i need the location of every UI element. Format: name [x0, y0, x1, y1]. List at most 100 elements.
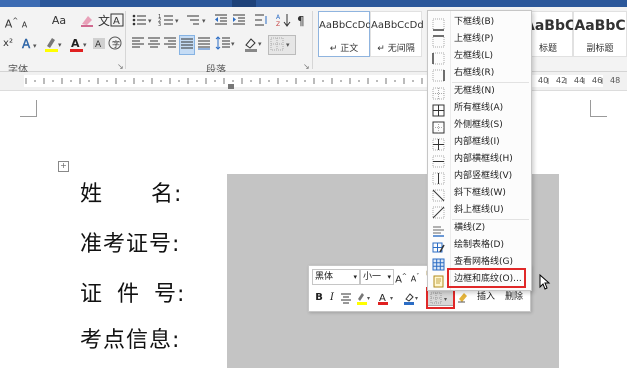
style-subtitle[interactable]: AaBbC 副标题 — [573, 11, 627, 57]
italic-button[interactable]: I — [327, 291, 337, 305]
line-spacing-icon[interactable]: ▾ — [215, 35, 237, 53]
title-bar — [0, 0, 627, 7]
text-highlight-icon[interactable]: ▾ — [43, 35, 65, 53]
bullets-icon[interactable]: ▾ — [131, 12, 155, 30]
align-right-icon[interactable] — [163, 35, 177, 53]
svg-text:▾: ▾ — [148, 17, 152, 25]
center-align-icon[interactable] — [340, 291, 352, 305]
style-name: 副标题 — [586, 44, 614, 54]
shrink-font-button[interactable]: A˅ — [409, 270, 421, 284]
menu-item-horizontal-line[interactable]: 横线(Z) — [428, 220, 531, 237]
svg-text:▾: ▾ — [390, 295, 393, 302]
grow-font-button[interactable]: A^ — [395, 270, 407, 285]
svg-text:A: A — [71, 37, 80, 50]
mini-shading-icon[interactable]: ▾ — [403, 291, 421, 305]
menu-item-border-inside[interactable]: 内部框线(I) — [428, 134, 531, 151]
svg-text:▾: ▾ — [258, 40, 262, 48]
mouse-cursor-icon — [539, 273, 551, 294]
style-name: ↵ 无间隔 — [377, 44, 415, 54]
ruler-number: 46 — [592, 76, 603, 85]
mini-font-color-icon[interactable]: A ▾ — [377, 291, 397, 305]
align-left-icon[interactable] — [131, 35, 145, 53]
superscript-button[interactable]: x² — [2, 35, 14, 53]
svg-text:▾: ▾ — [415, 295, 418, 302]
diagonal-up-icon — [432, 204, 445, 219]
insert-button[interactable]: 插入 — [473, 290, 499, 304]
menu-item-border-inside-horizontal[interactable]: 内部横框线(H) — [428, 151, 531, 168]
phonetic-guide-icon[interactable]: 文 — [97, 12, 111, 30]
font-color-icon[interactable]: A ▾ — [68, 35, 90, 53]
ruler-indent-marker[interactable] — [228, 84, 234, 89]
shading-icon[interactable]: ▾ — [243, 35, 265, 53]
title-bar-segment — [0, 0, 40, 7]
decrease-indent-icon[interactable] — [213, 12, 229, 30]
change-case-button[interactable]: Aa — [48, 12, 70, 30]
style-sample: AaBbC — [574, 18, 626, 34]
menu-item-border-top[interactable]: 上框线(P) — [428, 31, 531, 48]
menu-item-label: 右框线(R) — [454, 68, 495, 78]
ruler-number: 42 — [556, 76, 567, 85]
svg-text:字: 字 — [112, 39, 120, 49]
menu-item-label: 绘制表格(D) — [454, 240, 504, 250]
menu-item-label: 内部框线(I) — [454, 137, 500, 147]
menu-item-label: 左框线(L) — [454, 51, 494, 61]
font-size-box[interactable]: 小一 ▾ — [360, 269, 394, 285]
enclose-characters-icon[interactable]: 字 — [108, 35, 122, 53]
chinese-layout-icon[interactable] — [252, 12, 270, 30]
ribbon: A^ A Aa 文 A x² A ▾ ▾ A ▾ A 字 字体 ↘ ▾ 1 2 3 ▾ ▾ — [0, 7, 627, 76]
svg-text:Z: Z — [276, 21, 280, 28]
font-name-box[interactable]: 黑体 ▾ — [312, 269, 360, 285]
mini-highlight-icon[interactable]: ▾ — [355, 291, 373, 305]
sort-icon[interactable]: AZ — [275, 12, 293, 30]
delete-button[interactable]: 删除 — [501, 290, 527, 304]
svg-text:文: 文 — [98, 13, 110, 28]
align-center-icon[interactable] — [147, 35, 161, 53]
menu-item-border-outside[interactable]: 外侧框线(S) — [428, 117, 531, 134]
character-border-icon[interactable]: A — [110, 12, 125, 30]
horizontal-ruler[interactable]: 40 42 44 46 48 — [0, 72, 627, 91]
ruler-number: 48 — [610, 76, 621, 85]
font-dialog-launcher-icon[interactable]: ↘ — [117, 62, 124, 71]
eraser-icon[interactable] — [456, 290, 470, 304]
title-bar-segment — [232, 0, 256, 7]
borders-dropdown-menu: 下框线(B) 上框线(P) 左框线(L) 右框线(R) 无框线(N) 所有框线(A) 外侧框… — [427, 10, 532, 291]
border-inside-horizontal-icon — [432, 153, 445, 168]
menu-item-label: 外侧框线(S) — [454, 120, 503, 130]
menu-item-diagonal-up[interactable]: 斜上框线(U) — [428, 202, 531, 219]
paragraph-dialog-launcher-icon[interactable]: ↘ — [303, 62, 310, 71]
svg-text:A: A — [22, 37, 31, 51]
field-exam-site-label: 考点信息: — [80, 328, 181, 353]
menu-item-diagonal-down[interactable]: 斜下框线(W) — [428, 185, 531, 202]
character-shading-icon[interactable]: A — [92, 35, 106, 53]
menu-item-border-none[interactable]: 无框线(N) — [428, 83, 531, 100]
menu-item-border-inside-vertical[interactable]: 内部竖框线(V) — [428, 168, 531, 185]
font-size-grow-button[interactable]: A^ A — [3, 12, 29, 31]
style-normal[interactable]: AaBbCcDd ↵ 正文 — [318, 11, 372, 57]
borders-ribbon-icon[interactable]: ▾ — [268, 35, 296, 55]
field-exam-id-label: 准考证号: — [80, 232, 181, 257]
menu-item-border-right[interactable]: 右框线(R) — [428, 65, 531, 82]
clear-format-icon[interactable] — [79, 12, 95, 30]
table-move-handle-icon[interactable]: + — [58, 161, 69, 172]
svg-text:▾: ▾ — [231, 40, 235, 48]
svg-text:3: 3 — [158, 22, 161, 28]
menu-item-border-all[interactable]: 所有框线(A) — [428, 100, 531, 117]
distributed-icon[interactable] — [197, 35, 211, 53]
menu-item-draw-table[interactable]: 绘制表格(D) — [428, 237, 531, 254]
numbering-icon[interactable]: 1 2 3 ▾ — [158, 12, 182, 30]
show-marks-icon[interactable]: ¶ — [296, 12, 310, 30]
increase-indent-icon[interactable] — [231, 12, 247, 30]
ribbon-separator — [125, 11, 126, 69]
borders-shading-highlight — [447, 268, 526, 288]
justify-icon[interactable] — [179, 35, 195, 55]
svg-text:▾: ▾ — [202, 17, 206, 25]
border-right-icon — [432, 67, 445, 82]
text-effects-icon[interactable]: A ▾ — [20, 35, 40, 53]
style-no-spacing[interactable]: AaBbCcDd ↵ 无间隔 — [370, 11, 424, 57]
svg-text:A: A — [113, 16, 120, 27]
multilevel-list-icon[interactable]: ▾ — [185, 12, 209, 30]
menu-item-label: 内部横框线(H) — [454, 154, 513, 164]
menu-item-border-bottom[interactable]: 下框线(B) — [428, 14, 531, 31]
menu-item-border-left[interactable]: 左框线(L) — [428, 48, 531, 65]
bold-button[interactable]: B — [314, 291, 324, 305]
